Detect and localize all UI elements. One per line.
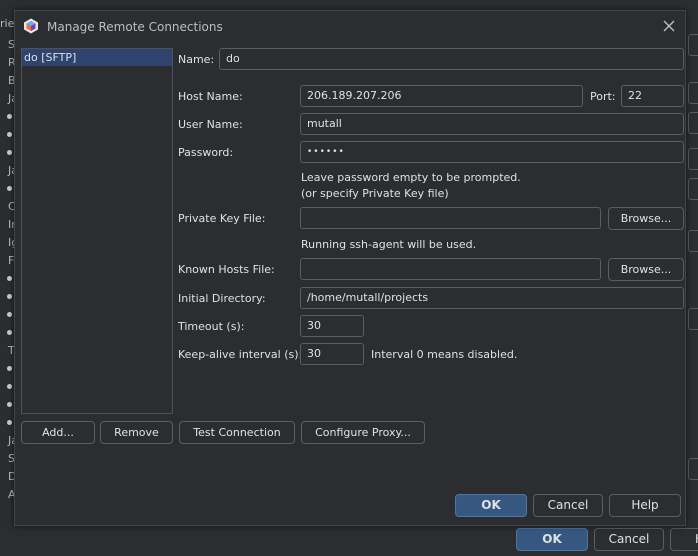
user-name-field[interactable]: mutall bbox=[300, 113, 684, 135]
timeout-field[interactable]: 30 bbox=[300, 315, 364, 337]
cancel-button[interactable]: Cancel bbox=[533, 494, 603, 517]
name-label: Name: bbox=[178, 53, 215, 66]
bullet-icon bbox=[7, 150, 12, 155]
background-field bbox=[688, 178, 698, 200]
host-name-field[interactable]: 206.189.207.206 bbox=[300, 85, 583, 107]
background-field bbox=[688, 82, 698, 104]
password-label: Password: bbox=[178, 146, 234, 159]
manage-remote-connections-dialog: Manage Remote Connections do [SFTP] Name… bbox=[14, 10, 686, 526]
name-field[interactable]: do bbox=[219, 48, 684, 70]
add-button[interactable]: Add... bbox=[21, 421, 95, 444]
background-ok-button[interactable]: OK bbox=[516, 528, 588, 551]
bullet-icon bbox=[7, 312, 12, 317]
connections-list[interactable]: do [SFTP] bbox=[21, 48, 173, 414]
port-field[interactable]: 22 bbox=[621, 85, 684, 107]
bullet-icon bbox=[7, 132, 12, 137]
private-key-field[interactable] bbox=[300, 207, 601, 229]
known-hosts-field[interactable] bbox=[300, 258, 601, 280]
background-help-button[interactable]: H bbox=[670, 528, 698, 551]
bullet-icon bbox=[7, 276, 12, 281]
private-key-label: Private Key File: bbox=[178, 212, 266, 225]
bullet-icon bbox=[7, 186, 12, 191]
known-hosts-label: Known Hosts File: bbox=[178, 263, 275, 276]
background-field bbox=[688, 230, 698, 252]
password-hint-secondary: (or specify Private Key file) bbox=[301, 187, 449, 200]
bullet-icon bbox=[7, 384, 12, 389]
background-text: rie bbox=[0, 17, 15, 30]
background-field bbox=[688, 308, 698, 330]
dialog-titlebar[interactable]: Manage Remote Connections bbox=[15, 11, 685, 43]
bullet-icon bbox=[7, 294, 12, 299]
background-field bbox=[688, 148, 698, 170]
help-button[interactable]: Help bbox=[609, 494, 681, 517]
private-key-browse-button[interactable]: Browse... bbox=[608, 207, 684, 230]
known-hosts-browse-button[interactable]: Browse... bbox=[608, 258, 684, 281]
password-hint: Leave password empty to be prompted. bbox=[301, 171, 521, 184]
bullet-icon bbox=[7, 330, 12, 335]
background-field bbox=[688, 458, 698, 480]
close-icon[interactable] bbox=[661, 18, 677, 34]
bullet-icon bbox=[7, 366, 12, 371]
keepalive-field[interactable]: 30 bbox=[300, 343, 364, 365]
timeout-label: Timeout (s): bbox=[178, 320, 245, 333]
keepalive-label: Keep-alive interval (s): bbox=[178, 348, 303, 361]
background-field bbox=[688, 34, 698, 56]
background-field bbox=[688, 112, 698, 134]
initial-directory-field[interactable]: /home/mutall/projects bbox=[300, 287, 684, 309]
bullet-icon bbox=[7, 114, 12, 119]
initial-directory-label: Initial Directory: bbox=[178, 292, 266, 305]
list-item[interactable]: do [SFTP] bbox=[22, 49, 172, 66]
password-field[interactable]: •••••• bbox=[300, 141, 684, 163]
ok-button[interactable]: OK bbox=[455, 494, 527, 517]
background-cancel-button[interactable]: Cancel bbox=[594, 528, 664, 551]
user-name-label: User Name: bbox=[178, 118, 243, 131]
remove-button[interactable]: Remove bbox=[100, 421, 173, 444]
ssh-agent-hint: Running ssh-agent will be used. bbox=[301, 238, 477, 251]
bullet-icon bbox=[7, 420, 12, 425]
port-label: Port: bbox=[590, 90, 616, 103]
app-logo-icon bbox=[24, 18, 38, 34]
configure-proxy-button[interactable]: Configure Proxy... bbox=[301, 421, 425, 444]
keepalive-hint: Interval 0 means disabled. bbox=[371, 348, 518, 361]
test-connection-button[interactable]: Test Connection bbox=[179, 421, 295, 444]
dialog-title: Manage Remote Connections bbox=[47, 20, 223, 34]
bullet-icon bbox=[7, 402, 12, 407]
host-name-label: Host Name: bbox=[178, 90, 243, 103]
